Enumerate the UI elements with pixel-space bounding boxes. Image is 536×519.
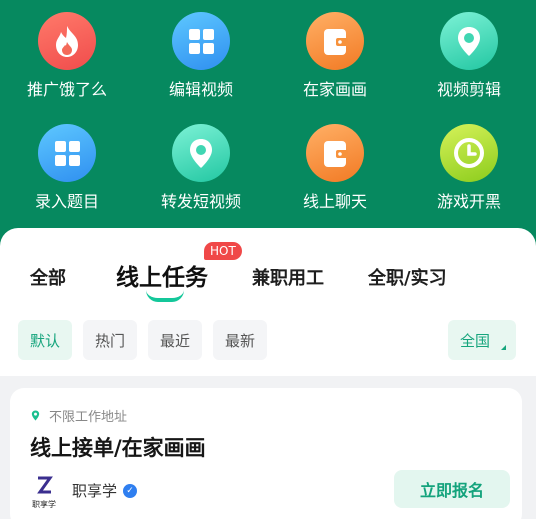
grid-icon: [172, 12, 230, 70]
filter-nearest[interactable]: 最近: [148, 320, 202, 360]
category-label: 游戏开黑: [436, 192, 501, 211]
category-label: 编辑视频: [168, 80, 233, 99]
tab-part-time[interactable]: 兼职用工: [252, 264, 324, 290]
map-pin-icon: [172, 124, 230, 182]
map-pin-icon: [440, 12, 498, 70]
filter-popular[interactable]: 热门: [83, 320, 137, 360]
category-enter-questions[interactable]: 录入题目: [0, 124, 134, 212]
category-edit-video[interactable]: 编辑视频: [134, 12, 268, 100]
category-online-chat[interactable]: 线上聊天: [268, 124, 402, 212]
caret-icon: [501, 345, 506, 350]
job-list-panel: 全部 线上任务 HOT 兼职用工 全职/实习 默认 热门 最近 最新 全国 不限…: [0, 228, 536, 519]
company-logo-mark: [37, 476, 53, 494]
tab-online-tasks[interactable]: 线上任务: [116, 258, 208, 292]
category-label: 线上聊天: [302, 192, 367, 211]
job-location-text: 不限工作地址: [49, 410, 128, 425]
job-card[interactable]: 不限工作地址 线上接单/在家画画 职享学 职享学 ✓ 立即报名: [10, 388, 522, 519]
apply-button[interactable]: 立即报名: [394, 470, 510, 508]
category-share-short-video[interactable]: 转发短视频: [134, 124, 268, 212]
wallet-icon: [306, 12, 364, 70]
job-title: 线上接单/在家画画: [30, 436, 206, 460]
verified-icon: ✓: [123, 483, 138, 498]
category-label: 在家画画: [302, 80, 367, 99]
category-label: 转发短视频: [160, 192, 241, 211]
grid-icon: [38, 124, 96, 182]
category-label: 推广饿了么: [26, 80, 107, 99]
tab-full-time-intern[interactable]: 全职/实习: [368, 264, 447, 290]
category-panel: 推广饿了么 编辑视频 在家画画 视频剪辑 录入题目 转发短视频 线上聊天 游戏开…: [0, 0, 536, 250]
tab-all[interactable]: 全部: [30, 264, 66, 290]
wallet-icon: [306, 124, 364, 182]
category-gaming-team[interactable]: 游戏开黑: [402, 124, 536, 212]
category-label: 视频剪辑: [436, 80, 501, 99]
active-tab-indicator: [146, 290, 184, 302]
category-promote-eleme[interactable]: 推广饿了么: [0, 12, 134, 100]
job-location: 不限工作地址: [30, 406, 127, 425]
location-pin-icon: [31, 410, 40, 421]
filter-default[interactable]: 默认: [18, 320, 72, 360]
category-draw-at-home[interactable]: 在家画画: [268, 12, 402, 100]
hot-badge: HOT: [204, 242, 242, 260]
region-value: 全国: [460, 331, 491, 350]
filter-newest[interactable]: 最新: [213, 320, 267, 360]
company-name-text: 职享学: [72, 482, 118, 500]
category-video-clip[interactable]: 视频剪辑: [402, 12, 536, 100]
clock-icon: [440, 124, 498, 182]
flame-icon: [38, 12, 96, 70]
region-select[interactable]: 全国: [448, 320, 516, 360]
company-name[interactable]: 职享学 ✓: [72, 480, 138, 501]
company-logo-text: 职享学: [32, 500, 56, 509]
company-logo: 职享学: [30, 476, 58, 509]
category-label: 录入题目: [34, 192, 99, 211]
